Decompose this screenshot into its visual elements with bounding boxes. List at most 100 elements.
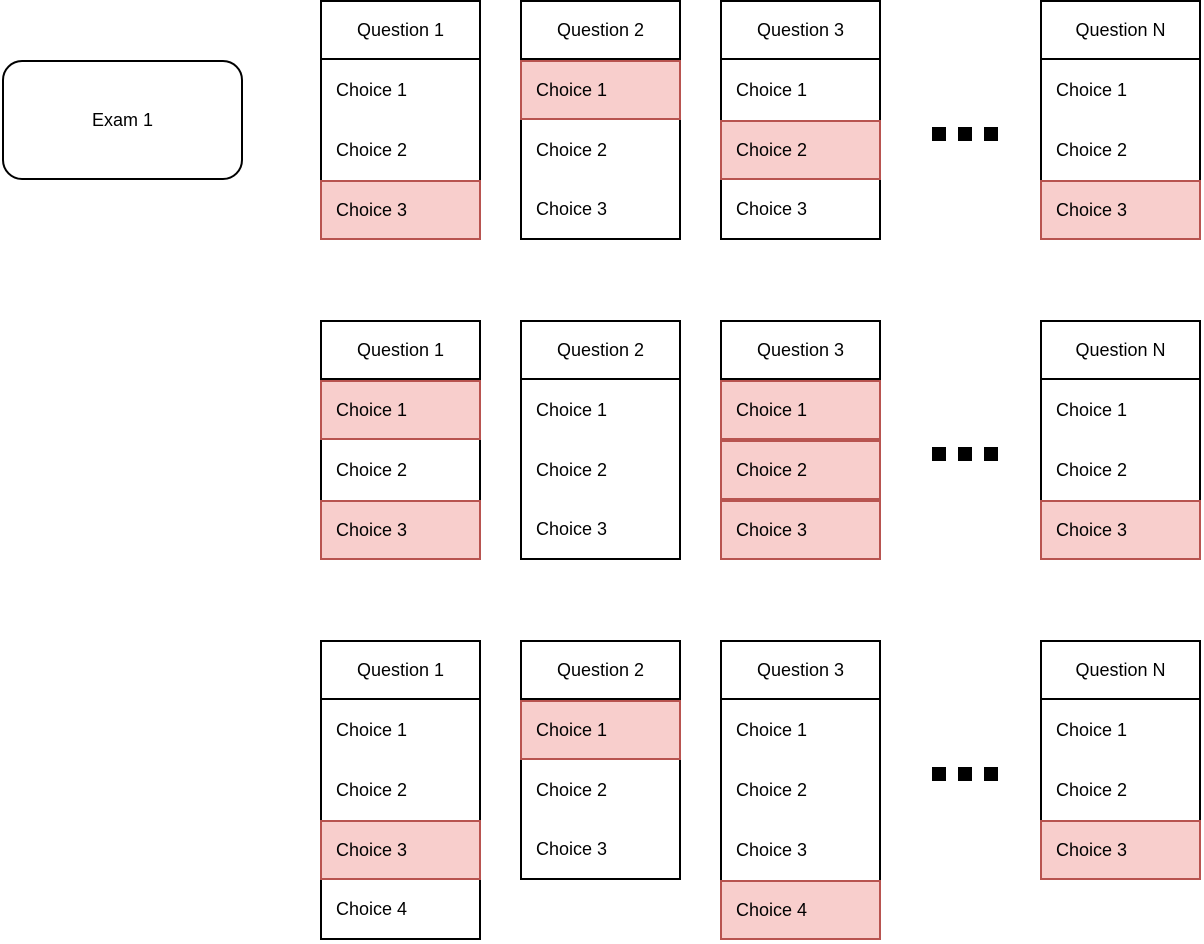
- choice-option-label: Choice 2: [736, 780, 808, 800]
- ellipsis-more-questions: [932, 767, 998, 781]
- question-header-label: Question N: [1075, 340, 1166, 360]
- choice-option-label: Choice 3: [1056, 200, 1128, 220]
- choice-option-selected[interactable]: Choice 2: [720, 120, 881, 180]
- choice-option-label: Choice 1: [536, 720, 608, 740]
- question-card: Question 2 Choice 1 Choice 2 Choice 3: [520, 0, 681, 240]
- choice-option-label: Choice 2: [1056, 140, 1128, 160]
- question-header-label: Question 3: [756, 340, 845, 360]
- choice-option[interactable]: Choice 1: [1040, 380, 1201, 440]
- choice-option-label: Choice 3: [536, 839, 608, 859]
- question-header: Question 1: [320, 640, 481, 700]
- choice-option[interactable]: Choice 2: [320, 120, 481, 180]
- choice-option[interactable]: Choice 2: [720, 760, 881, 820]
- question-header: Question 1: [320, 320, 481, 380]
- choice-option-label: Choice 4: [336, 899, 408, 919]
- choice-option-selected[interactable]: Choice 3: [720, 500, 881, 560]
- ellipsis-dot-icon: [932, 127, 946, 141]
- choice-option-label: Choice 2: [536, 780, 608, 800]
- choice-option-selected[interactable]: Choice 4: [720, 880, 881, 940]
- question-header-label: Question 3: [756, 20, 845, 40]
- choice-option[interactable]: Choice 1: [520, 380, 681, 440]
- choice-option[interactable]: Choice 4: [320, 880, 481, 940]
- choice-option[interactable]: Choice 2: [1040, 120, 1201, 180]
- question-header-label: Question 3: [756, 660, 845, 680]
- question-header-label: Question 1: [356, 20, 445, 40]
- choice-option[interactable]: Choice 2: [320, 760, 481, 820]
- ellipsis-more-questions: [932, 447, 998, 461]
- choice-option[interactable]: Choice 3: [520, 820, 681, 880]
- choice-option-label: Choice 3: [536, 519, 608, 539]
- choice-option-label: Choice 2: [1056, 780, 1128, 800]
- choice-option[interactable]: Choice 2: [1040, 760, 1201, 820]
- choice-option-selected[interactable]: Choice 3: [1040, 180, 1201, 240]
- question-header-label: Question 2: [556, 20, 645, 40]
- choice-option-selected[interactable]: Choice 3: [320, 500, 481, 560]
- choice-option-label: Choice 2: [1056, 460, 1128, 480]
- choice-option[interactable]: Choice 1: [720, 60, 881, 120]
- choice-option-label: Choice 2: [736, 140, 808, 160]
- question-card: Question 1 Choice 1 Choice 2 Choice 3: [320, 320, 481, 560]
- choice-option-label: Choice 1: [336, 80, 408, 100]
- choice-option[interactable]: Choice 1: [1040, 700, 1201, 760]
- choice-option-selected[interactable]: Choice 1: [320, 380, 481, 440]
- choice-option-selected[interactable]: Choice 1: [520, 700, 681, 760]
- choice-option-label: Choice 3: [736, 520, 808, 540]
- choice-option-label: Choice 1: [1056, 400, 1128, 420]
- choice-option[interactable]: Choice 3: [720, 180, 881, 240]
- ellipsis-dot-icon: [932, 767, 946, 781]
- choice-option-selected[interactable]: Choice 2: [720, 440, 881, 500]
- choice-option-selected[interactable]: Choice 3: [320, 180, 481, 240]
- question-header: Question N: [1040, 0, 1201, 60]
- choice-option[interactable]: Choice 2: [520, 440, 681, 500]
- question-header-label: Question N: [1075, 660, 1166, 680]
- choice-option-label: Choice 3: [336, 520, 408, 540]
- choice-option[interactable]: Choice 1: [320, 700, 481, 760]
- question-card: Question 2 Choice 1 Choice 2 Choice 3: [520, 640, 681, 880]
- choice-option-label: Choice 2: [536, 460, 608, 480]
- choice-option[interactable]: Choice 2: [520, 120, 681, 180]
- choice-option-label: Choice 1: [536, 80, 608, 100]
- ellipsis-dot-icon: [958, 767, 972, 781]
- ellipsis-dot-icon: [932, 447, 946, 461]
- choice-option-label: Choice 3: [736, 199, 808, 219]
- choice-option[interactable]: Choice 2: [320, 440, 481, 500]
- question-header-label: Question 2: [556, 340, 645, 360]
- question-header: Question 3: [720, 640, 881, 700]
- choice-option[interactable]: Choice 1: [320, 60, 481, 120]
- question-header-label: Question 2: [556, 660, 645, 680]
- choice-option-label: Choice 2: [336, 780, 408, 800]
- choice-option-selected[interactable]: Choice 3: [1040, 500, 1201, 560]
- choice-option-selected[interactable]: Choice 1: [720, 380, 881, 440]
- choice-option-label: Choice 1: [736, 80, 808, 100]
- question-card: Question 1 Choice 1 Choice 2 Choice 3: [320, 0, 481, 240]
- choice-option[interactable]: Choice 1: [1040, 60, 1201, 120]
- question-header: Question N: [1040, 640, 1201, 700]
- question-header-label: Question 1: [356, 340, 445, 360]
- choice-option-selected[interactable]: Choice 3: [320, 820, 481, 880]
- choice-option[interactable]: Choice 2: [520, 760, 681, 820]
- choice-option[interactable]: Choice 3: [720, 820, 881, 880]
- question-card: Question 2 Choice 1 Choice 2 Choice 3: [520, 320, 681, 560]
- question-card: Question N Choice 1 Choice 2 Choice 3: [1040, 640, 1201, 880]
- question-card: Question 3 Choice 1 Choice 2 Choice 3 Choice…: [720, 640, 881, 940]
- question-card: Question 3 Choice 1 Choice 2 Choice 3: [720, 320, 881, 560]
- choice-option[interactable]: Choice 3: [520, 500, 681, 560]
- choice-option-selected[interactable]: Choice 1: [520, 60, 681, 120]
- choice-option[interactable]: Choice 2: [1040, 440, 1201, 500]
- choice-option-selected[interactable]: Choice 3: [1040, 820, 1201, 880]
- choice-option[interactable]: Choice 1: [720, 700, 881, 760]
- ellipsis-dot-icon: [958, 127, 972, 141]
- choice-option-label: Choice 1: [1056, 80, 1128, 100]
- choice-option[interactable]: Choice 3: [520, 180, 681, 240]
- choice-option-label: Choice 2: [736, 460, 808, 480]
- question-header: Question 2: [520, 320, 681, 380]
- question-header-label: Question N: [1075, 20, 1166, 40]
- exam-node[interactable]: Exam 1: [2, 60, 243, 180]
- choice-option-label: Choice 2: [336, 140, 408, 160]
- question-card: Question 3 Choice 1 Choice 2 Choice 3: [720, 0, 881, 240]
- choice-option-label: Choice 1: [736, 720, 808, 740]
- diagram-canvas: Exam 1 Question 1 Choice 1 Choice 2 Choice …: [0, 0, 1204, 944]
- choice-option-label: Choice 1: [736, 400, 808, 420]
- question-card: Question 1 Choice 1 Choice 2 Choice 3 Choice…: [320, 640, 481, 940]
- choice-option-label: Choice 4: [736, 900, 808, 920]
